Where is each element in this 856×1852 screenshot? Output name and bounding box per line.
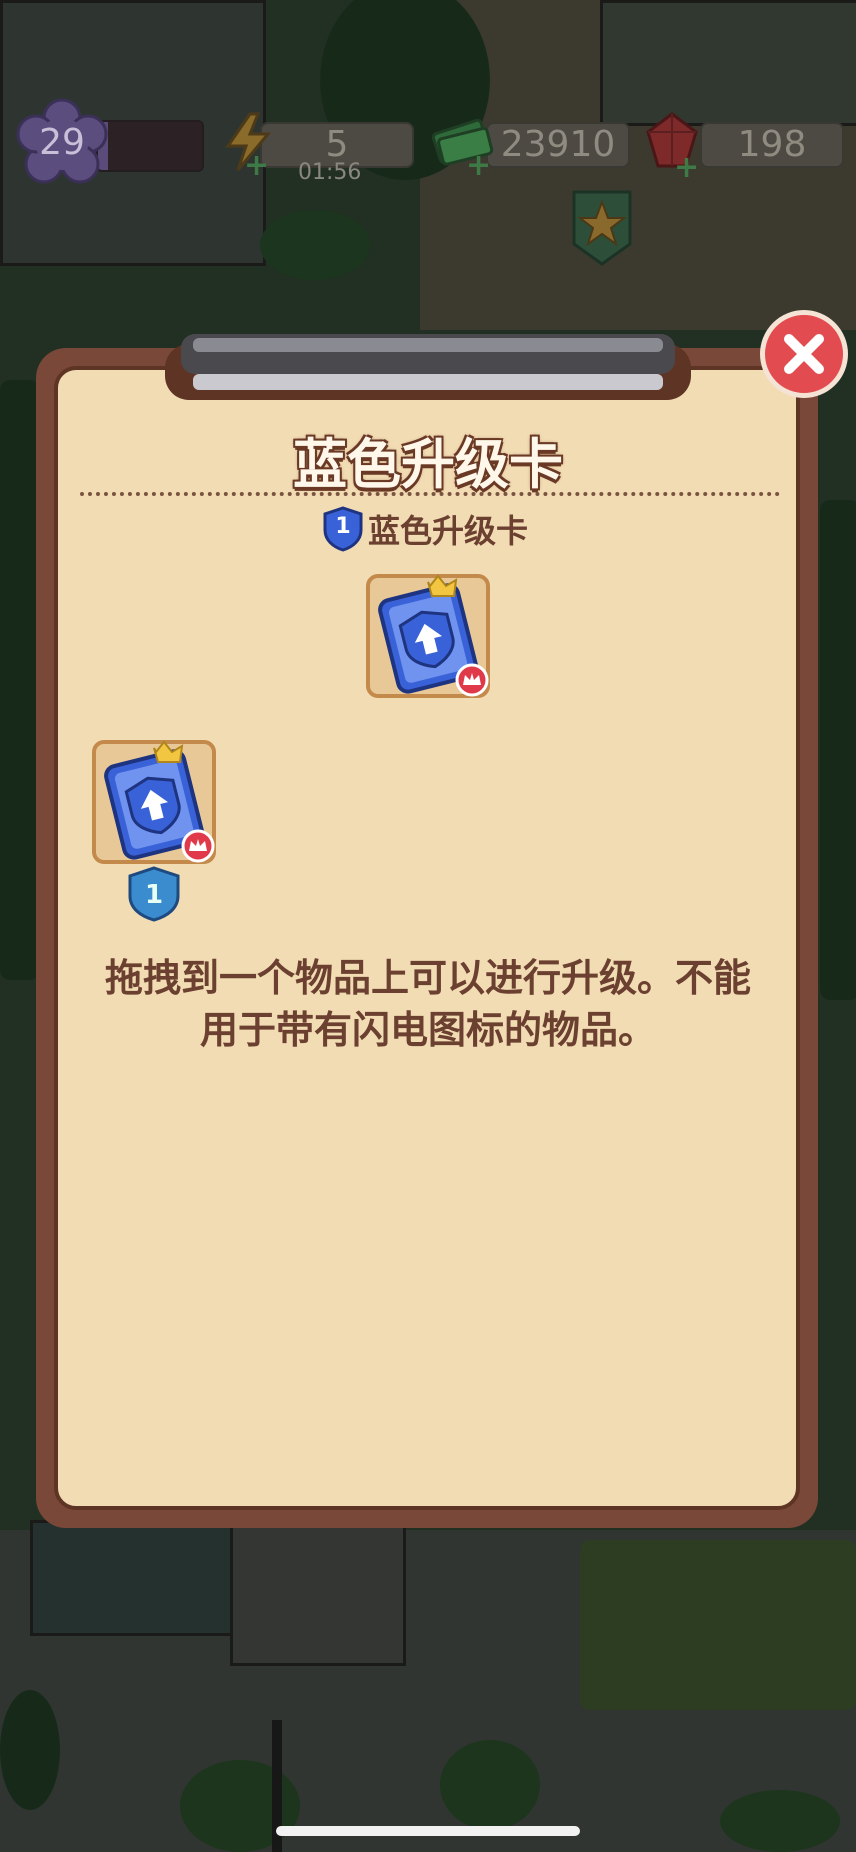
level-progress-bar xyxy=(96,120,204,172)
gem-counter[interactable]: 198 + xyxy=(640,112,850,185)
tier-shield-icon: 1 xyxy=(322,506,364,552)
star-icon xyxy=(572,190,632,266)
upgrade-card-icon xyxy=(104,740,215,863)
add-energy-icon[interactable]: + xyxy=(244,148,269,183)
description-line-1: 拖拽到一个物品上可以进行升级。不能 xyxy=(104,956,751,1000)
add-cash-icon[interactable]: + xyxy=(466,148,491,183)
cash-value: 23910 xyxy=(486,122,630,168)
merge-chain-tier-badge: 1 xyxy=(126,866,182,922)
gem-value: 198 xyxy=(700,122,844,168)
add-gems-icon[interactable]: + xyxy=(674,150,699,185)
close-icon xyxy=(784,334,824,374)
clipboard-clip xyxy=(165,334,691,400)
item-name: 蓝色升级卡 xyxy=(368,512,529,550)
item-subtitle: 1 蓝色升级卡 xyxy=(322,506,528,552)
item-preview-tile xyxy=(366,574,490,698)
cash-counter[interactable]: 23910 + xyxy=(430,118,630,183)
title-divider xyxy=(80,492,780,496)
item-description: 拖拽到一个物品上可以进行升级。不能 用于带有闪电图标的物品。 xyxy=(70,952,786,1056)
home-indicator[interactable] xyxy=(276,1826,580,1836)
dialog-title: 蓝色升级卡 xyxy=(293,433,563,496)
level-number: 29 xyxy=(39,122,85,163)
level-badge[interactable]: 29 xyxy=(14,96,110,192)
merge-chain-tier-number: 1 xyxy=(144,880,164,910)
upgrade-card-icon xyxy=(378,574,489,697)
item-tier-number: 1 xyxy=(335,514,351,539)
quest-star-button[interactable] xyxy=(566,188,638,268)
merge-chain-item-1[interactable] xyxy=(92,740,216,864)
energy-timer: 01:56 xyxy=(298,160,362,185)
description-line-2: 用于带有闪电图标的物品。 xyxy=(199,1008,656,1052)
close-button[interactable] xyxy=(760,310,848,398)
